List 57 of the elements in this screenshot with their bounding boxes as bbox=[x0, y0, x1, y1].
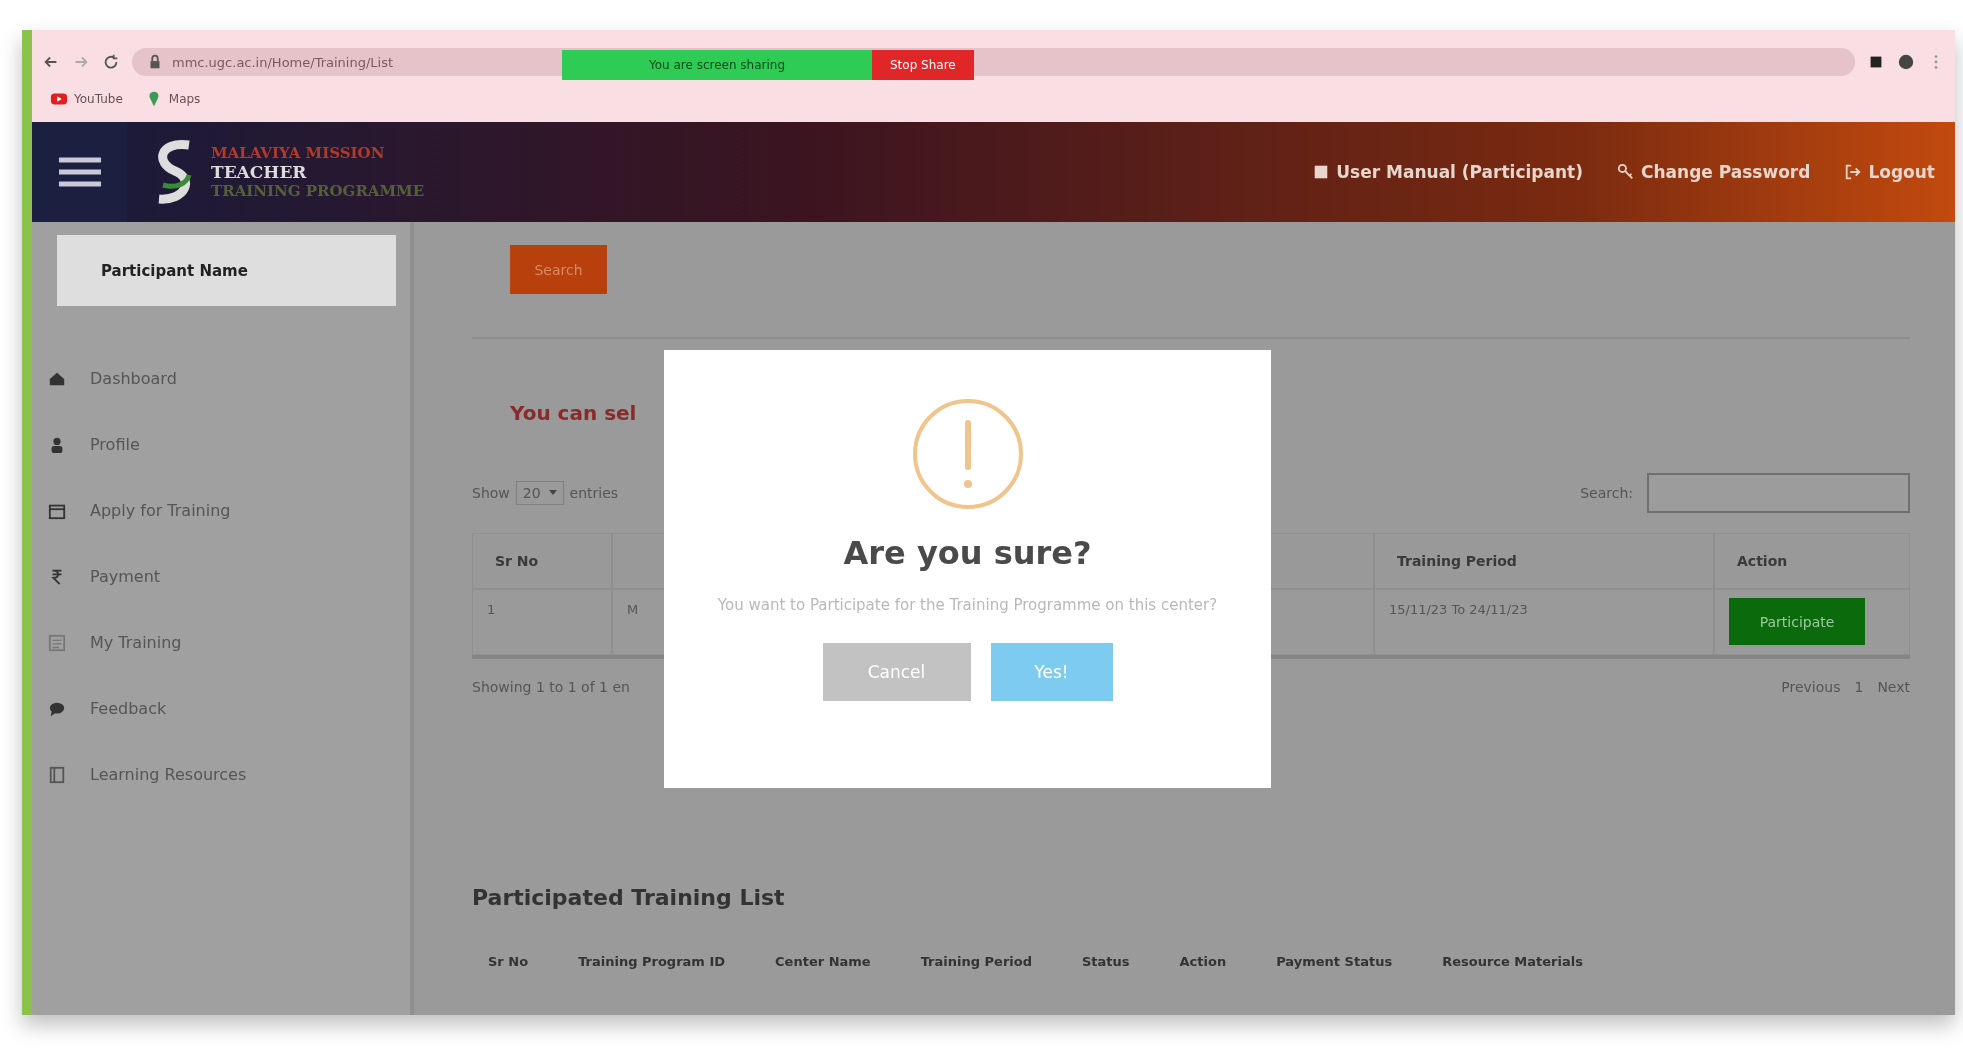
dialog-message: You want to Participate for the Training Programme on this center? bbox=[716, 595, 1219, 616]
notice-text: You can sel bbox=[510, 401, 638, 425]
confirm-button[interactable]: Yes! bbox=[990, 642, 1113, 701]
list-icon bbox=[48, 633, 66, 652]
menu-icon bbox=[58, 157, 101, 187]
profile-icon[interactable] bbox=[1897, 53, 1915, 71]
participate-button[interactable]: Participate bbox=[1729, 598, 1865, 645]
column-header[interactable]: Sr No bbox=[472, 533, 612, 589]
warning-icon bbox=[911, 398, 1024, 510]
stop-share-button[interactable]: Stop Share bbox=[872, 50, 974, 80]
header-link[interactable]: Logout bbox=[1844, 162, 1935, 182]
column-header[interactable]: Action bbox=[1714, 533, 1910, 589]
header-link[interactable]: Change Password bbox=[1617, 162, 1811, 182]
logo-text: TRAINING PROGRAMME bbox=[211, 182, 425, 200]
sidebar-item[interactable]: My Training bbox=[48, 624, 410, 661]
table-cell: 1 bbox=[472, 589, 612, 655]
page-size-select[interactable]: 20 bbox=[515, 481, 564, 505]
entries-label: entries bbox=[569, 485, 619, 501]
cancel-button[interactable]: Cancel bbox=[822, 642, 971, 701]
search-field[interactable] bbox=[1647, 473, 1910, 513]
pagination-link[interactable]: 1 bbox=[1854, 679, 1864, 695]
sidebar-item[interactable]: Profile bbox=[48, 426, 410, 463]
column-header: Sr No bbox=[488, 954, 529, 969]
header-link[interactable]: User Manual (Participant) bbox=[1312, 162, 1583, 182]
column-header[interactable]: Training Period bbox=[1374, 533, 1714, 589]
column-header: Training Period bbox=[920, 954, 1032, 969]
sidebar-item[interactable]: Apply for Training bbox=[48, 492, 410, 529]
pagination-link[interactable]: Next bbox=[1877, 679, 1910, 695]
key-icon bbox=[1617, 163, 1635, 181]
entries-info: Showing 1 to 1 of 1 en bbox=[472, 679, 630, 695]
logout-icon bbox=[1844, 163, 1863, 181]
section-title: Participated Training List bbox=[472, 885, 786, 910]
column-header: Resource Materials bbox=[1442, 954, 1583, 969]
screen-sharing-banner: You are screen sharing bbox=[562, 50, 872, 80]
bookmark-link[interactable]: YouTube bbox=[50, 90, 123, 108]
column-header: Center Name bbox=[775, 954, 871, 969]
search-button[interactable]: Search bbox=[510, 245, 607, 294]
sidebar-item[interactable]: Dashboard bbox=[48, 360, 410, 397]
participant-name: Participant Name bbox=[57, 235, 396, 306]
column-header: Payment Status bbox=[1276, 954, 1393, 969]
column-header: Status bbox=[1082, 954, 1130, 969]
table-cell: 15/11/23 To 24/11/23 bbox=[1374, 589, 1714, 655]
bookmark-link[interactable]: Maps bbox=[144, 90, 201, 108]
search-label: Search: bbox=[1580, 485, 1633, 501]
dialog-title: Are you sure? bbox=[843, 534, 1092, 572]
sidebar-item[interactable]: Learning Resources bbox=[48, 756, 410, 793]
column-header: Action bbox=[1179, 954, 1227, 969]
sidebar-item[interactable]: Payment bbox=[48, 558, 410, 595]
menu-button[interactable] bbox=[32, 122, 127, 222]
reload-icon[interactable] bbox=[102, 53, 120, 71]
url-text: mmc.ugc.ac.in/Home/Training/List bbox=[172, 54, 394, 70]
logo-text: MALAVIYA MISSION bbox=[211, 144, 386, 162]
sidebar-item[interactable]: Feedback bbox=[48, 690, 410, 727]
show-label: Show bbox=[472, 485, 510, 501]
logo-text: TEACHER bbox=[211, 162, 308, 182]
column-header: Training Program ID bbox=[578, 954, 726, 969]
pagination-link[interactable]: Previous bbox=[1781, 679, 1841, 695]
